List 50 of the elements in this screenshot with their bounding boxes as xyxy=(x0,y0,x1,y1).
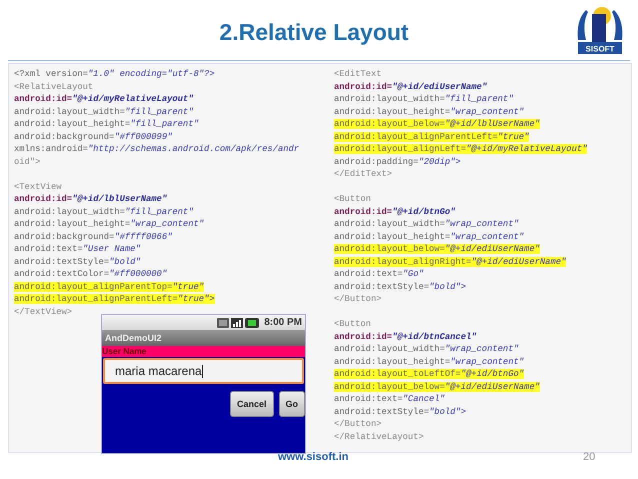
code-line: android:id="@+id/btnGo" xyxy=(334,206,456,216)
code-line: android:layout_width="fill_parent" xyxy=(14,206,194,216)
code-line: android:textStyle="bold" xyxy=(14,256,141,266)
code-line: android:text="User Name" xyxy=(14,244,141,254)
code-line: </Button> xyxy=(334,419,382,429)
code-line: <RelativeLayout xyxy=(14,82,94,92)
code-line: android:id="@+id/ediUserName" xyxy=(334,82,488,92)
app-button[interactable]: Cancel xyxy=(230,391,274,417)
code-line: android:id="@+id/btnCancel" xyxy=(334,332,477,342)
slide-title: 2.Relative Layout xyxy=(219,18,409,46)
code-line: xmlns:android="http://schemas.android.com/apk/res/andr xyxy=(14,144,300,154)
code-line: android:layout_width="wrap_content" xyxy=(334,219,519,229)
code-line: android:text="Cancel" xyxy=(334,394,445,404)
code-line: <?xml version="1.0" encoding="utf-8"?> xyxy=(14,69,215,79)
page-number: 20 xyxy=(583,451,596,463)
code-line: android:text="Go" xyxy=(334,269,424,279)
code-line: </Button> xyxy=(334,294,382,304)
website-url: www.sisoft.in xyxy=(278,451,348,463)
code-line: <TextView xyxy=(14,182,62,192)
code-line: <EditText xyxy=(334,69,382,79)
code-line: android:layout_height="wrap_content" xyxy=(334,232,524,242)
code-line: android:id="@+id/myRelativeLayout" xyxy=(14,94,194,104)
code-line: android:layout_width="fill_parent" xyxy=(334,94,514,104)
app-title-bar: AndDemoUI2 xyxy=(102,330,305,346)
company-logo: SISOFT xyxy=(572,4,628,56)
user-name-label: User Name xyxy=(102,346,305,357)
code-line: android:textColor="#ff000000" xyxy=(14,269,168,279)
code-line: android:padding="20dip"> xyxy=(334,156,461,166)
code-line: android:textStyle="bold"> xyxy=(334,406,466,416)
battery-icon xyxy=(245,318,260,328)
app-button[interactable]: Go xyxy=(278,391,305,417)
code-line: android:layout_width="wrap_content" xyxy=(334,344,519,354)
code-line: android:layout_height="wrap_content" xyxy=(334,356,524,366)
signal-icon xyxy=(231,318,244,328)
code-line: <Button xyxy=(334,194,371,204)
input-field[interactable]: maria macarena xyxy=(103,358,304,384)
code-line: android:textStyle="bold"> xyxy=(334,282,466,292)
code-line: </EditText> xyxy=(334,169,392,179)
code-line: android:layout_width="fill_parent" xyxy=(14,106,194,116)
code-line: <Button xyxy=(334,319,371,329)
code-line: </TextView> xyxy=(14,306,72,316)
code-line: android:layout_height="wrap_content" xyxy=(334,106,524,116)
code-line: android:layout_height="fill_parent" xyxy=(14,119,199,129)
code-line: </RelativeLayout> xyxy=(334,432,424,442)
code-line: android:layout_height="wrap_content" xyxy=(14,219,204,229)
status-time: 8:00 PM xyxy=(264,317,302,328)
code-line: oid"> xyxy=(14,156,40,166)
code-line: android:background="#ff000099" xyxy=(14,132,172,142)
code-line: android:background="#ffff0066" xyxy=(14,232,172,242)
code-line: android:id="@+id/lblUserName" xyxy=(14,194,168,204)
